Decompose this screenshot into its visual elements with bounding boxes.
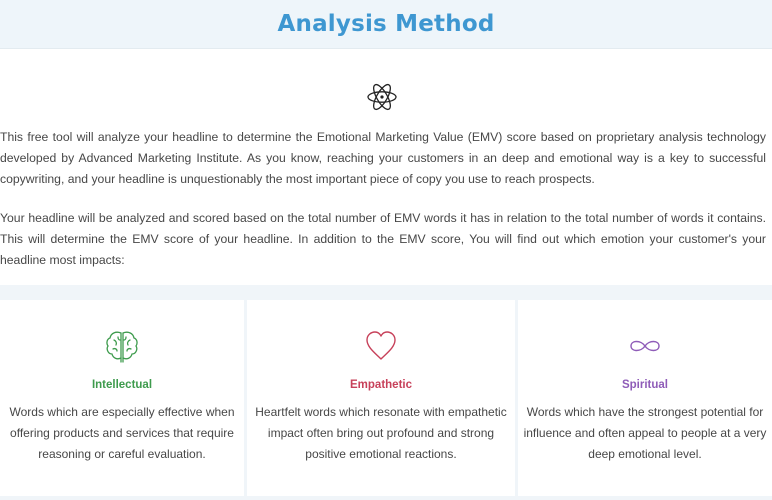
category-card-spiritual: Spiritual Words which have the strongest… — [518, 300, 772, 496]
category-title: Empathetic — [350, 379, 412, 391]
category-description: Heartfelt words which resonate with empa… — [255, 405, 507, 461]
category-description: Words which have the strongest potential… — [523, 405, 767, 461]
heart-icon — [366, 331, 396, 360]
intro-paragraph-2: Your headline will be analyzed and score… — [0, 211, 766, 267]
category-description: Words which are especially effective whe… — [9, 405, 235, 461]
intro-paragraph-1: This free tool will analyze your headlin… — [0, 130, 766, 186]
page-title: Analysis Method — [277, 11, 495, 37]
category-card-empathetic: Empathetic Heartfelt words which resonat… — [247, 300, 515, 496]
page-header: Analysis Method — [0, 0, 772, 49]
category-card-intellectual: Intellectual Words which are especially … — [0, 300, 244, 496]
infinity-icon — [630, 340, 660, 352]
category-title: Spiritual — [621, 379, 668, 391]
intro-text: This free tool will analyze your headlin… — [0, 127, 766, 271]
brain-icon — [106, 331, 138, 363]
atom-icon — [367, 83, 397, 111]
category-title: Intellectual — [91, 379, 153, 391]
